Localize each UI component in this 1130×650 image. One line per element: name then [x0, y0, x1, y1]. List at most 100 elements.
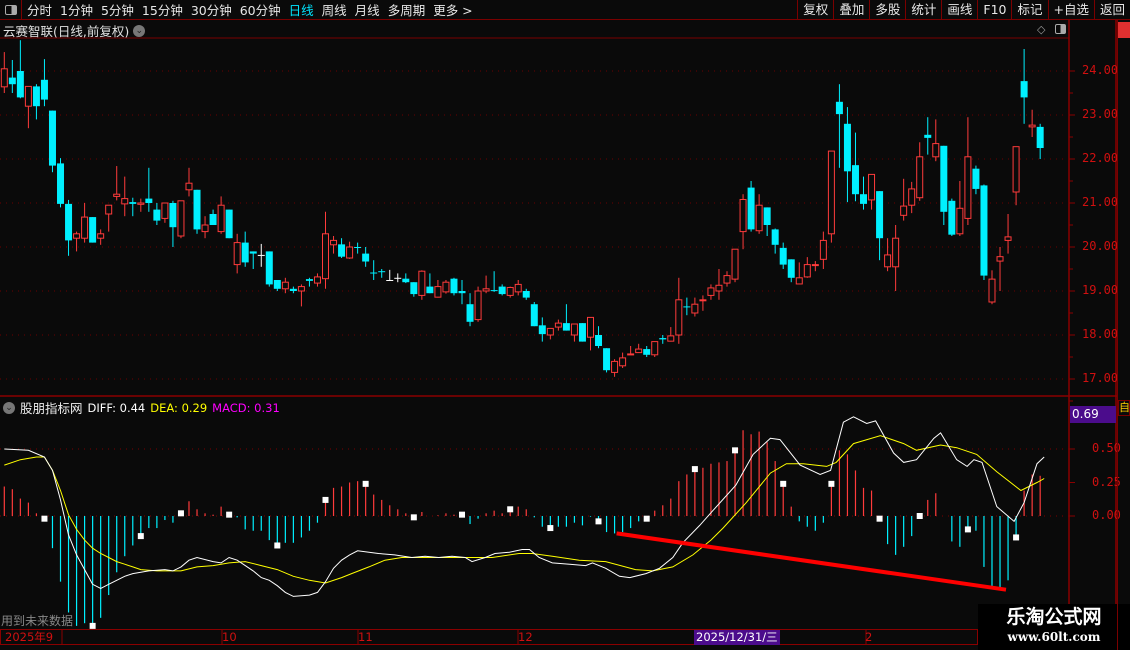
candle-body	[8, 77, 16, 85]
kline-chart[interactable]	[0, 0, 1117, 650]
candle-body	[755, 204, 763, 232]
side-tab-red[interactable]	[1118, 22, 1130, 38]
chevron-down-icon[interactable]: ⌄	[3, 401, 15, 414]
crosshair-date: 2025/12/31/三	[694, 630, 780, 645]
candle-body	[964, 156, 972, 219]
candle-body	[619, 357, 627, 367]
candle-body	[570, 323, 578, 336]
candle-body	[201, 224, 209, 233]
candle-body	[48, 110, 56, 166]
candle-body	[1012, 146, 1020, 193]
candle-body	[410, 282, 418, 295]
signal-marker	[322, 496, 329, 503]
candle-body	[715, 284, 723, 292]
candle-body	[811, 264, 819, 267]
diff-line	[4, 416, 1045, 597]
price-tick-label: 19.00	[1082, 283, 1119, 297]
candle-body	[16, 71, 24, 98]
candle-body	[699, 299, 707, 302]
price-tick-label: 20.00	[1082, 239, 1119, 253]
candle-body	[739, 198, 747, 233]
candle-body	[972, 168, 980, 189]
date-label: 2025年9	[5, 630, 54, 644]
right-side-panel[interactable]: 自	[1117, 20, 1130, 650]
candle-body	[546, 327, 554, 336]
candle-body	[233, 242, 241, 266]
candle-body	[346, 246, 354, 259]
candle-body	[1028, 124, 1036, 128]
candle-body	[884, 254, 892, 268]
candle-body	[81, 216, 89, 239]
signal-marker	[1013, 534, 1020, 541]
candle-body	[956, 207, 964, 235]
candle-body	[819, 239, 827, 260]
candle-body	[868, 173, 876, 201]
candle-body	[932, 143, 940, 158]
candle-body	[1020, 81, 1028, 98]
candle-body	[916, 156, 924, 199]
candle-body	[426, 286, 434, 294]
candle-body	[675, 299, 683, 336]
price-tick-label: 18.00	[1082, 327, 1119, 341]
signal-marker	[89, 622, 96, 629]
signal-marker	[459, 511, 466, 518]
candle-body	[835, 101, 843, 115]
candle-body	[0, 68, 8, 88]
signal-marker	[226, 511, 233, 518]
candle-body	[876, 191, 884, 239]
candle-body	[860, 194, 868, 204]
candle-body	[731, 248, 739, 280]
signal-marker	[410, 514, 417, 521]
candle-body	[169, 203, 177, 228]
price-tick-label: 22.00	[1082, 151, 1119, 165]
candle-body	[659, 338, 667, 340]
candle-body	[153, 209, 161, 221]
indicator-legend: ⌄ 股朋指标网 DIFF: 0.44 DEA: 0.29 MACD: 0.31	[3, 398, 280, 417]
candle-body	[482, 288, 490, 292]
candle-body	[362, 253, 370, 262]
candle-body	[827, 150, 835, 235]
signal-marker	[828, 480, 835, 487]
candle-body	[450, 278, 458, 294]
signal-marker	[362, 480, 369, 487]
candle-body	[289, 288, 297, 291]
candle-body	[105, 204, 113, 215]
date-axis: 2025年9 10 11 12 2025/12/31/三 2	[0, 629, 978, 645]
watermark-name: 乐淘公式网	[1006, 606, 1102, 628]
candle-body	[241, 242, 249, 263]
signal-marker	[507, 506, 514, 513]
date-label: 10	[222, 630, 237, 644]
candle-body	[627, 353, 635, 356]
candle-body	[779, 247, 787, 265]
candle-body	[651, 341, 659, 356]
signal-marker	[137, 533, 144, 540]
candle-body	[771, 229, 779, 245]
current-indicator-value: 0.69	[1070, 406, 1116, 423]
candle-body	[747, 187, 755, 230]
candle-body	[313, 276, 321, 284]
candle-body	[763, 207, 771, 225]
divergence-trend-line	[616, 531, 1007, 592]
signal-marker	[547, 525, 554, 532]
watermark-url: www.60lt.com	[1007, 630, 1101, 644]
candle-body	[257, 254, 265, 256]
candle-body	[466, 304, 474, 322]
dea-label: DEA: 0.29	[150, 400, 208, 415]
candle-body	[32, 86, 40, 107]
candle-body	[787, 259, 795, 278]
candle-body	[73, 233, 81, 239]
candle-body	[305, 279, 313, 281]
signal-marker	[41, 515, 48, 522]
date-label: 12	[518, 630, 533, 644]
side-tab[interactable]: 自	[1118, 400, 1130, 416]
candle-body	[900, 205, 908, 216]
candle-body	[113, 193, 121, 197]
candle-body	[586, 316, 594, 338]
candle-body	[193, 189, 201, 230]
candle-body	[65, 203, 73, 241]
candle-body	[40, 79, 48, 100]
candle-body	[522, 291, 530, 298]
candle-body	[667, 335, 675, 342]
candle-body	[1004, 236, 1012, 241]
candle-body	[498, 286, 506, 295]
